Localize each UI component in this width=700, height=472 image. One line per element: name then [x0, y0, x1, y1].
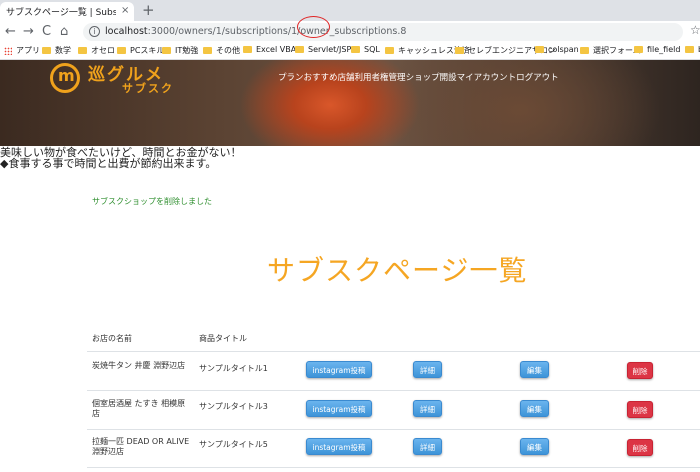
browser-tab-active[interactable]: サブスクページ一覧 | Subscription_ × — [0, 2, 134, 21]
hero-banner: m 巡グルメ サブスク プランおすすめ店舗利用者権管理ショップ開設マイアカウント… — [0, 60, 700, 146]
column-header-shop-name: お店の名前 — [92, 334, 132, 343]
nav-recommended-shops[interactable]: おすすめ店舗 — [304, 73, 355, 83]
row-divider — [87, 351, 700, 352]
tagline: 美味しい物が食べたいけど、時間とお金がない！ ◆食事する事で時間と出費が節約出来… — [0, 147, 241, 169]
bookmark-item[interactable]: Servlet/JSP — [295, 45, 351, 54]
instagram-post-button[interactable]: instagram投稿 — [306, 438, 372, 455]
instagram-post-button[interactable]: instagram投稿 — [306, 361, 372, 378]
bookmark-item[interactable]: colspan — [535, 45, 579, 54]
folder-icon — [203, 47, 212, 54]
delete-button[interactable]: 削除 — [627, 439, 653, 456]
site-nav: プランおすすめ店舗利用者権管理ショップ開設マイアカウントログアウト — [278, 71, 559, 83]
bookmark-item[interactable]: 選択フォーム — [580, 45, 641, 56]
nav-shop[interactable]: ショップ — [406, 73, 440, 83]
product-title-cell: サンプルタイトル3 — [199, 402, 268, 411]
folder-icon — [78, 47, 87, 54]
bookmark-item[interactable]: オセロ — [78, 45, 115, 56]
bookmark-item[interactable]: 数学 — [42, 45, 71, 56]
instagram-post-button[interactable]: instagram投稿 — [306, 400, 372, 417]
detail-button[interactable]: 詳細 — [413, 438, 442, 455]
delete-button[interactable]: 削除 — [627, 401, 653, 418]
folder-icon — [455, 47, 464, 54]
home-icon[interactable]: ⌂ — [60, 24, 68, 39]
bookmark-item[interactable]: Excel VBA — [243, 45, 296, 54]
nav-users[interactable]: 利用者 — [355, 73, 381, 83]
reload-icon[interactable]: C — [42, 24, 51, 39]
bookmark-item[interactable]: SQL — [351, 45, 380, 54]
folder-icon — [385, 47, 394, 54]
row-divider — [87, 429, 700, 430]
folder-icon — [117, 47, 126, 54]
new-tab-icon[interactable]: + — [142, 1, 155, 19]
close-tab-icon[interactable]: × — [121, 5, 129, 16]
back-arrow-icon[interactable]: ← — [5, 24, 16, 39]
row-divider — [87, 390, 700, 391]
folder-icon — [685, 46, 694, 53]
apps-grid-icon — [4, 46, 12, 55]
nav-my-account[interactable]: マイアカウント — [457, 73, 517, 83]
bookmark-star-icon[interactable]: ☆ — [690, 23, 700, 37]
url-text: localhost:3000/owners/1/subscriptions/1/… — [105, 26, 407, 37]
folder-icon — [42, 47, 51, 54]
edit-button[interactable]: 編集 — [520, 400, 549, 417]
nav-open[interactable]: 開設 — [440, 73, 457, 83]
shop-name-cell: 炭焼牛タン 井慶 淵野辺店 — [92, 361, 186, 370]
edit-button[interactable]: 編集 — [520, 361, 549, 378]
detail-button[interactable]: 詳細 — [413, 361, 442, 378]
folder-icon — [162, 47, 171, 54]
folder-icon — [580, 47, 589, 54]
bookmarks-bar: アプリ 数学 オセロ PCスキル IT勉強 その他 Excel VBA Serv… — [0, 43, 700, 60]
edit-button[interactable]: 編集 — [520, 438, 549, 455]
browser-tab-strip: サブスクページ一覧 | Subscription_ × + — [0, 0, 700, 21]
folder-icon — [295, 46, 304, 53]
detail-button[interactable]: 詳細 — [413, 400, 442, 417]
delete-button[interactable]: 削除 — [627, 362, 653, 379]
annotation-circle — [297, 16, 330, 38]
folder-icon — [634, 46, 643, 53]
tab-title: サブスクページ一覧 | Subscription_ — [6, 8, 116, 18]
folder-icon — [351, 46, 360, 53]
bookmark-apps[interactable]: アプリ — [4, 45, 40, 56]
tagline-line-2: ◆食事する事で時間と出費が節約出来ます。 — [0, 157, 217, 170]
product-title-cell: サンプルタイトル1 — [199, 364, 268, 373]
shop-name-cell: 拉麺一匹 DEAD OR ALIVE 淵野辺店 — [92, 437, 190, 456]
browser-toolbar: ← → C ⌂ i localhost:3000/owners/1/subscr… — [0, 21, 700, 43]
bookmark-item[interactable]: b — [685, 45, 700, 54]
nav-logout[interactable]: ログアウト — [516, 73, 559, 83]
folder-icon — [535, 46, 544, 53]
nav-plan[interactable]: プラン — [278, 73, 304, 83]
bookmark-item[interactable]: file_field — [634, 45, 680, 54]
shop-name-cell: 個室居酒屋 たすき 相模原店 — [92, 399, 186, 418]
folder-icon — [243, 46, 252, 53]
row-divider — [87, 467, 700, 468]
logo-m-glyph: m — [58, 66, 75, 85]
bookmark-item[interactable]: PCスキル — [117, 45, 164, 56]
address-bar[interactable]: i localhost:3000/owners/1/subscriptions/… — [83, 23, 683, 41]
nav-rights-management[interactable]: 権管理 — [380, 73, 406, 83]
product-title-cell: サンプルタイトル5 — [199, 440, 268, 449]
logo-sub-text[interactable]: サブスク — [122, 80, 174, 96]
bookmark-item[interactable]: IT勉強 — [162, 45, 198, 56]
flash-message: サブスクショップを削除しました — [92, 197, 212, 206]
page-title: サブスクページ一覧 — [267, 254, 528, 287]
info-icon[interactable]: i — [89, 26, 100, 37]
column-header-product-title: 商品タイトル — [199, 334, 247, 343]
forward-arrow-icon[interactable]: → — [23, 24, 34, 39]
bookmark-item[interactable]: その他 — [203, 45, 240, 56]
